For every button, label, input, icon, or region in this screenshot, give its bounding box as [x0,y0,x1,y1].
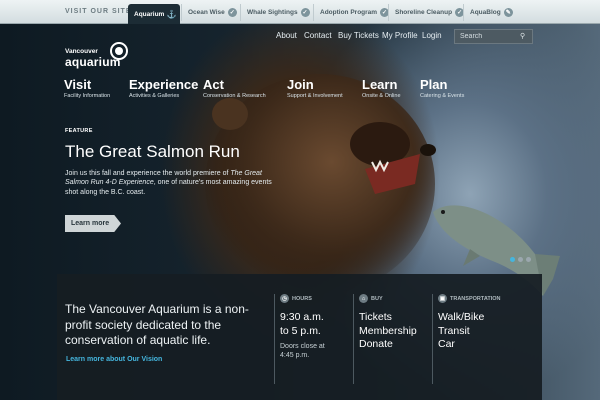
sites-bar: VISIT OUR SITES: Aquarium ⚓ Ocean Wise ✓… [0,0,600,24]
walk-bike-link[interactable]: Walk/Bike [438,311,537,325]
doors-close-note: Doors close at 4:45 p.m. [280,343,325,360]
logo-mark-icon [110,42,128,60]
main-nav-sublabel: Activities & Galleries [129,93,180,99]
carousel-dot-2[interactable] [518,257,523,262]
main-nav-label: Join [287,77,314,92]
main-nav-label: Learn [362,77,398,92]
buy-donate-link[interactable]: Donate [359,338,431,352]
main-nav-sublabel: Facility Information [64,93,111,99]
carousel-dot-3[interactable] [526,257,531,262]
our-vision-link[interactable]: Learn more about Our Vision [66,356,162,363]
site-tab-label: Ocean Wise [188,9,225,16]
check-icon: ✓ [227,8,237,17]
main-nav-join[interactable]: Join Support & Involvement [287,77,343,99]
nav-my-profile-link[interactable]: My Profile [382,31,418,40]
main-nav-label: Plan [420,77,448,92]
main-nav-sublabel: Onsite & Online [362,93,401,99]
main-nav-label: Act [203,77,224,92]
transportation-heading: ▣ TRANSPORTATION [438,294,537,303]
vancouver-aquarium-logo[interactable]: Vancouver aquarium [65,42,135,74]
site-tab-label: AquaBlog [470,9,501,16]
info-panel: The Vancouver Aquarium is a non-profit s… [57,274,542,400]
search-icon[interactable]: ⚲ [520,32,528,40]
check-icon: ✓ [300,8,310,17]
transportation-heading-text: TRANSPORTATION [450,295,501,302]
hours-heading-text: HOURS [292,295,312,302]
main-nav-label: Visit [64,77,92,92]
transportation-column: ▣ TRANSPORTATION Walk/Bike Transit Car [432,294,537,384]
site-tab-ocean-wise[interactable]: Ocean Wise ✓ [181,4,243,21]
clock-icon: ◷ [280,294,289,303]
feature-description: Join us this fall and experience the wor… [65,169,280,197]
main-nav-sublabel: Support & Involvement [287,93,343,99]
buy-heading: ⌂ BUY [359,294,431,303]
nav-contact-link[interactable]: Contact [304,31,332,40]
site-tab-label: Adoption Program [320,9,378,16]
blog-icon: ✎ [503,8,513,17]
main-nav-act[interactable]: Act Conservation & Research [203,77,266,99]
site-tab-whale-sightings[interactable]: Whale Sightings ✓ [240,4,316,21]
buy-membership-link[interactable]: Membership [359,325,431,339]
buy-tickets-link[interactable]: Tickets [359,311,431,325]
site-tab-label: Aquarium [134,10,165,18]
main-nav-visit[interactable]: Visit Facility Information [64,77,110,99]
transit-link[interactable]: Transit [438,325,537,339]
car-link[interactable]: Car [438,338,537,352]
feature-title: The Great Salmon Run [65,142,240,161]
main-nav-learn[interactable]: Learn Onsite & Online [362,77,401,99]
hours-close: to 5 p.m. [280,324,321,337]
main-nav-label: Experience [129,77,199,92]
whale-tail-icon: ⚓ [166,9,177,19]
mission-statement: The Vancouver Aquarium is a non-profit s… [65,302,249,348]
feature-tag: FEATURE [65,128,93,134]
hours-open: 9:30 a.m. [280,311,324,323]
feature-text-part: Join us this fall and experience the wor… [65,170,231,177]
site-tab-adoption-program[interactable]: Adoption Program ✓ [313,4,395,21]
main-nav-sublabel: Conservation & Research [203,93,266,99]
hours-column: ◷ HOURS 9:30 a.m. to 5 p.m. Doors close … [274,294,349,384]
site-tab-label: Shoreline Cleanup [395,9,453,16]
main-nav-sublabel: Catering & Events [420,93,465,99]
hero-banner: Vancouver aquarium About Contact Buy Tic… [0,24,600,400]
buy-heading-text: BUY [371,295,383,302]
cart-icon: ⌂ [359,294,368,303]
carousel-dot-1[interactable] [510,257,515,262]
nav-about-link[interactable]: About [276,31,297,40]
site-tab-label: Whale Sightings [247,9,298,16]
site-tab-aquablog[interactable]: AquaBlog ✎ [463,4,519,21]
buy-column: ⌂ BUY Tickets Membership Donate [353,294,431,384]
main-nav-experience[interactable]: Experience Activities & Galleries [129,77,198,99]
nav-login-link[interactable]: Login [422,31,442,40]
main-nav-plan[interactable]: Plan Catering & Events [420,77,464,99]
site-tab-shoreline-cleanup[interactable]: Shoreline Cleanup ✓ [388,4,470,21]
carousel-dots [510,257,531,262]
learn-more-button[interactable]: Learn more [65,215,121,232]
bus-icon: ▣ [438,294,447,303]
hours-heading: ◷ HOURS [280,294,349,303]
logo-vancouver-text: Vancouver [65,48,98,55]
site-tab-aquarium[interactable]: Aquarium ⚓ [128,4,180,24]
nav-buy-tickets-link[interactable]: Buy Tickets [338,31,379,40]
